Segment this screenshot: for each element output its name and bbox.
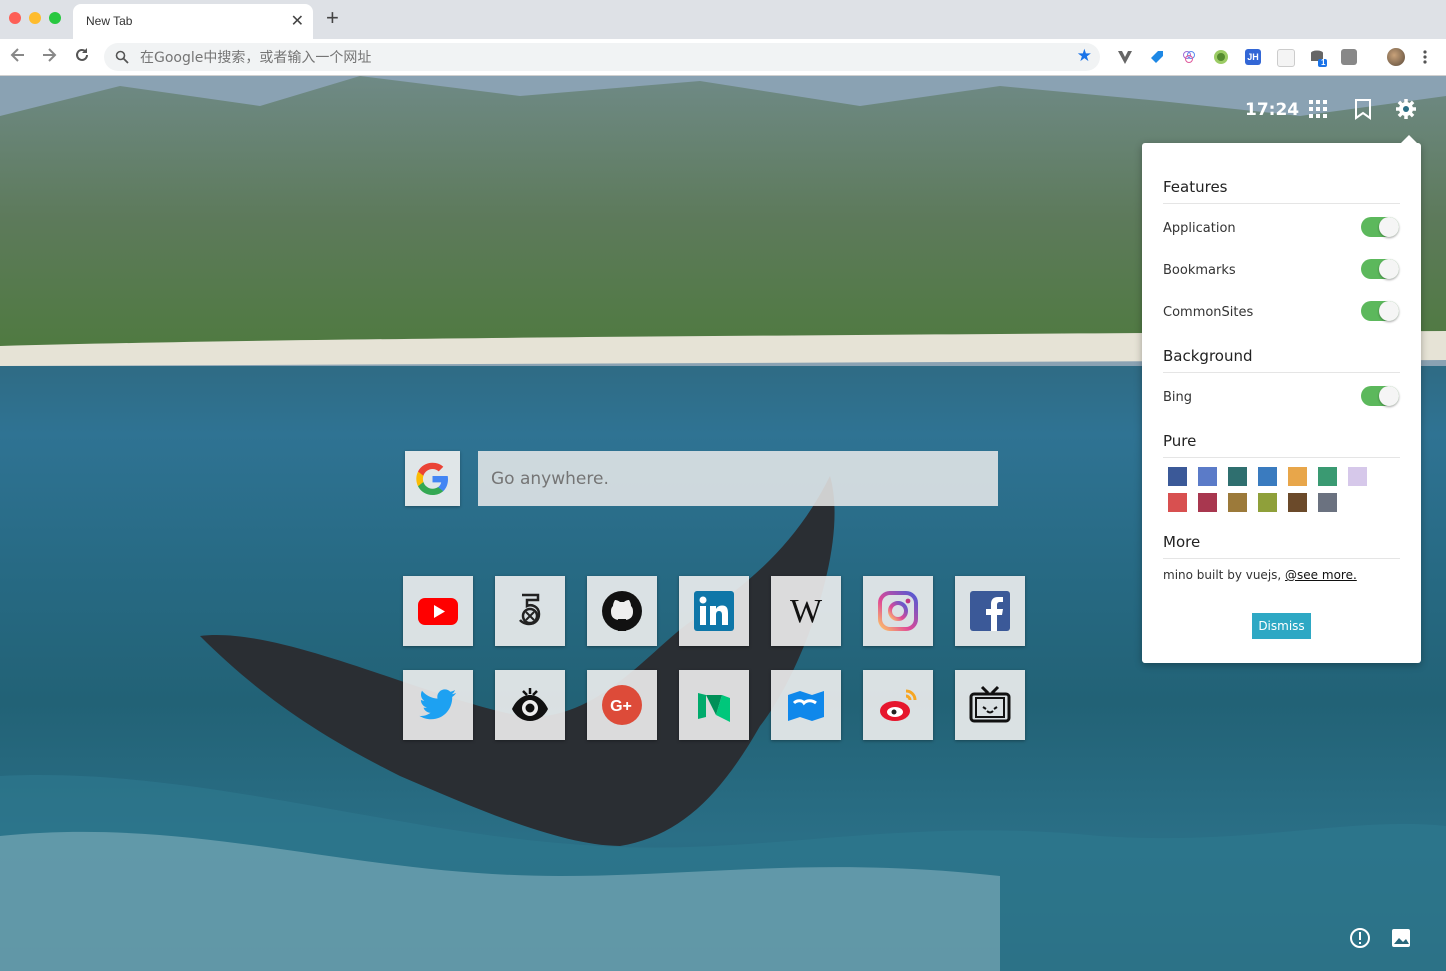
pure-color-swatch[interactable]	[1258, 467, 1277, 486]
green-dot-icon[interactable]	[1213, 49, 1229, 65]
browser-toolbar: ★ JH 1	[0, 39, 1446, 76]
medium-icon	[698, 693, 730, 722]
feature-label-application: Application	[1163, 221, 1236, 236]
avatar-icon[interactable]	[1387, 48, 1405, 66]
pure-heading: Pure	[1163, 432, 1400, 458]
new-tab-button[interactable]: +	[326, 7, 339, 29]
linkedin-icon	[694, 591, 734, 631]
svg-text:G+: G+	[610, 698, 632, 715]
pure-color-swatch[interactable]	[1258, 493, 1277, 512]
menu-icon[interactable]	[1422, 49, 1438, 65]
wikipedia-icon: W	[790, 593, 823, 630]
tv-icon	[969, 685, 1011, 723]
pure-color-swatch[interactable]	[1198, 493, 1217, 512]
feature-label-commonsites: CommonSites	[1163, 305, 1254, 320]
bookmark-icon[interactable]	[1352, 98, 1374, 120]
bookmark-star-icon[interactable]: ★	[1077, 46, 1092, 66]
weibo-icon	[880, 689, 917, 721]
tab-strip: New Tab ✕ +	[0, 0, 1446, 39]
new-tab-page: 17:24 W	[0, 76, 1446, 971]
site-tile-github[interactable]	[587, 576, 657, 646]
eye-icon	[512, 688, 548, 721]
features-heading: Features	[1163, 178, 1400, 204]
close-window-button[interactable]	[9, 12, 21, 24]
apps-grid-icon[interactable]	[1307, 98, 1329, 120]
pure-color-swatch[interactable]	[1288, 493, 1307, 512]
500px-icon	[519, 593, 541, 626]
pure-color-swatch[interactable]	[1288, 467, 1307, 486]
site-tile-bilibili[interactable]	[955, 670, 1025, 740]
pure-color-swatch[interactable]	[1348, 467, 1367, 486]
tag-icon[interactable]	[1149, 49, 1165, 65]
vue-devtools-icon[interactable]	[1117, 49, 1133, 65]
site-tile-weibo[interactable]	[863, 670, 933, 740]
reload-icon[interactable]	[71, 46, 93, 68]
gear-icon[interactable]	[1395, 98, 1417, 120]
info-icon[interactable]	[1349, 927, 1371, 949]
more-description: mino built by vuejs,	[1163, 568, 1282, 582]
site-tile-douban[interactable]	[495, 670, 565, 740]
pure-color-swatch[interactable]	[1198, 467, 1217, 486]
site-tile-500px[interactable]	[495, 576, 565, 646]
omnibox-input[interactable]	[138, 46, 1042, 70]
toggle-application[interactable]	[1361, 217, 1399, 237]
see-more-link[interactable]: @see more.	[1285, 568, 1357, 582]
site-tile-youtube[interactable]	[403, 576, 473, 646]
search-input[interactable]	[478, 451, 998, 506]
google-icon	[416, 462, 448, 495]
pure-color-swatch[interactable]	[1168, 467, 1187, 486]
youtube-icon	[418, 598, 458, 625]
more-text: mino built by vuejs, @see more.	[1163, 568, 1357, 582]
site-tile-zhihu[interactable]	[771, 670, 841, 740]
site-tile-linkedin[interactable]	[679, 576, 749, 646]
pure-color-swatch[interactable]	[1228, 467, 1247, 486]
site-tile-wikipedia[interactable]: W	[771, 576, 841, 646]
image-icon[interactable]	[1390, 927, 1412, 949]
google-plus-icon: G+	[602, 685, 642, 725]
db-icon[interactable]: 1	[1309, 49, 1327, 67]
site-tile-facebook[interactable]	[955, 576, 1025, 646]
site-tile-google-plus[interactable]: G+	[587, 670, 657, 740]
pure-color-swatch[interactable]	[1168, 493, 1187, 512]
blank-icon[interactable]	[1277, 49, 1295, 67]
map-book-icon	[788, 691, 824, 721]
maximize-window-button[interactable]	[49, 12, 61, 24]
site-tile-instagram[interactable]	[863, 576, 933, 646]
flower-icon[interactable]	[1181, 49, 1197, 65]
twitter-icon	[419, 689, 456, 720]
toggle-bing[interactable]	[1361, 386, 1399, 406]
background-label-bing: Bing	[1163, 390, 1193, 405]
pure-color-swatch[interactable]	[1318, 467, 1337, 486]
dismiss-button[interactable]: Dismiss	[1252, 613, 1311, 639]
extension-badge: 1	[1321, 58, 1326, 67]
omnibox[interactable]: ★	[104, 43, 1100, 71]
forward-icon[interactable]	[38, 46, 60, 68]
toggle-bookmarks[interactable]	[1361, 259, 1399, 279]
background-heading: Background	[1163, 347, 1400, 373]
more-heading: More	[1163, 533, 1400, 559]
clock-time: 17:24	[1245, 100, 1300, 120]
github-icon	[602, 591, 642, 631]
rp-icon[interactable]	[1341, 49, 1357, 65]
pure-color-swatch[interactable]	[1318, 493, 1337, 512]
svg-text:W: W	[790, 593, 823, 630]
back-icon[interactable]	[7, 46, 29, 68]
google-logo-button[interactable]	[405, 451, 460, 506]
facebook-icon	[970, 591, 1010, 631]
tab-title: New Tab	[86, 14, 133, 28]
pure-color-swatch[interactable]	[1228, 493, 1247, 512]
jh-icon[interactable]: JH	[1245, 49, 1261, 65]
minimize-window-button[interactable]	[29, 12, 41, 24]
settings-panel: Features Application Bookmarks CommonSit…	[1142, 135, 1421, 663]
tab-new-tab[interactable]: New Tab ✕	[73, 4, 313, 39]
site-tile-medium[interactable]	[679, 670, 749, 740]
feature-label-bookmarks: Bookmarks	[1163, 263, 1236, 278]
instagram-icon	[878, 591, 918, 631]
tab-close-icon[interactable]: ✕	[291, 11, 304, 31]
panel-arrow	[1401, 135, 1417, 143]
site-tile-twitter[interactable]	[403, 670, 473, 740]
toggle-commonsites[interactable]	[1361, 301, 1399, 321]
search-icon	[115, 50, 129, 69]
